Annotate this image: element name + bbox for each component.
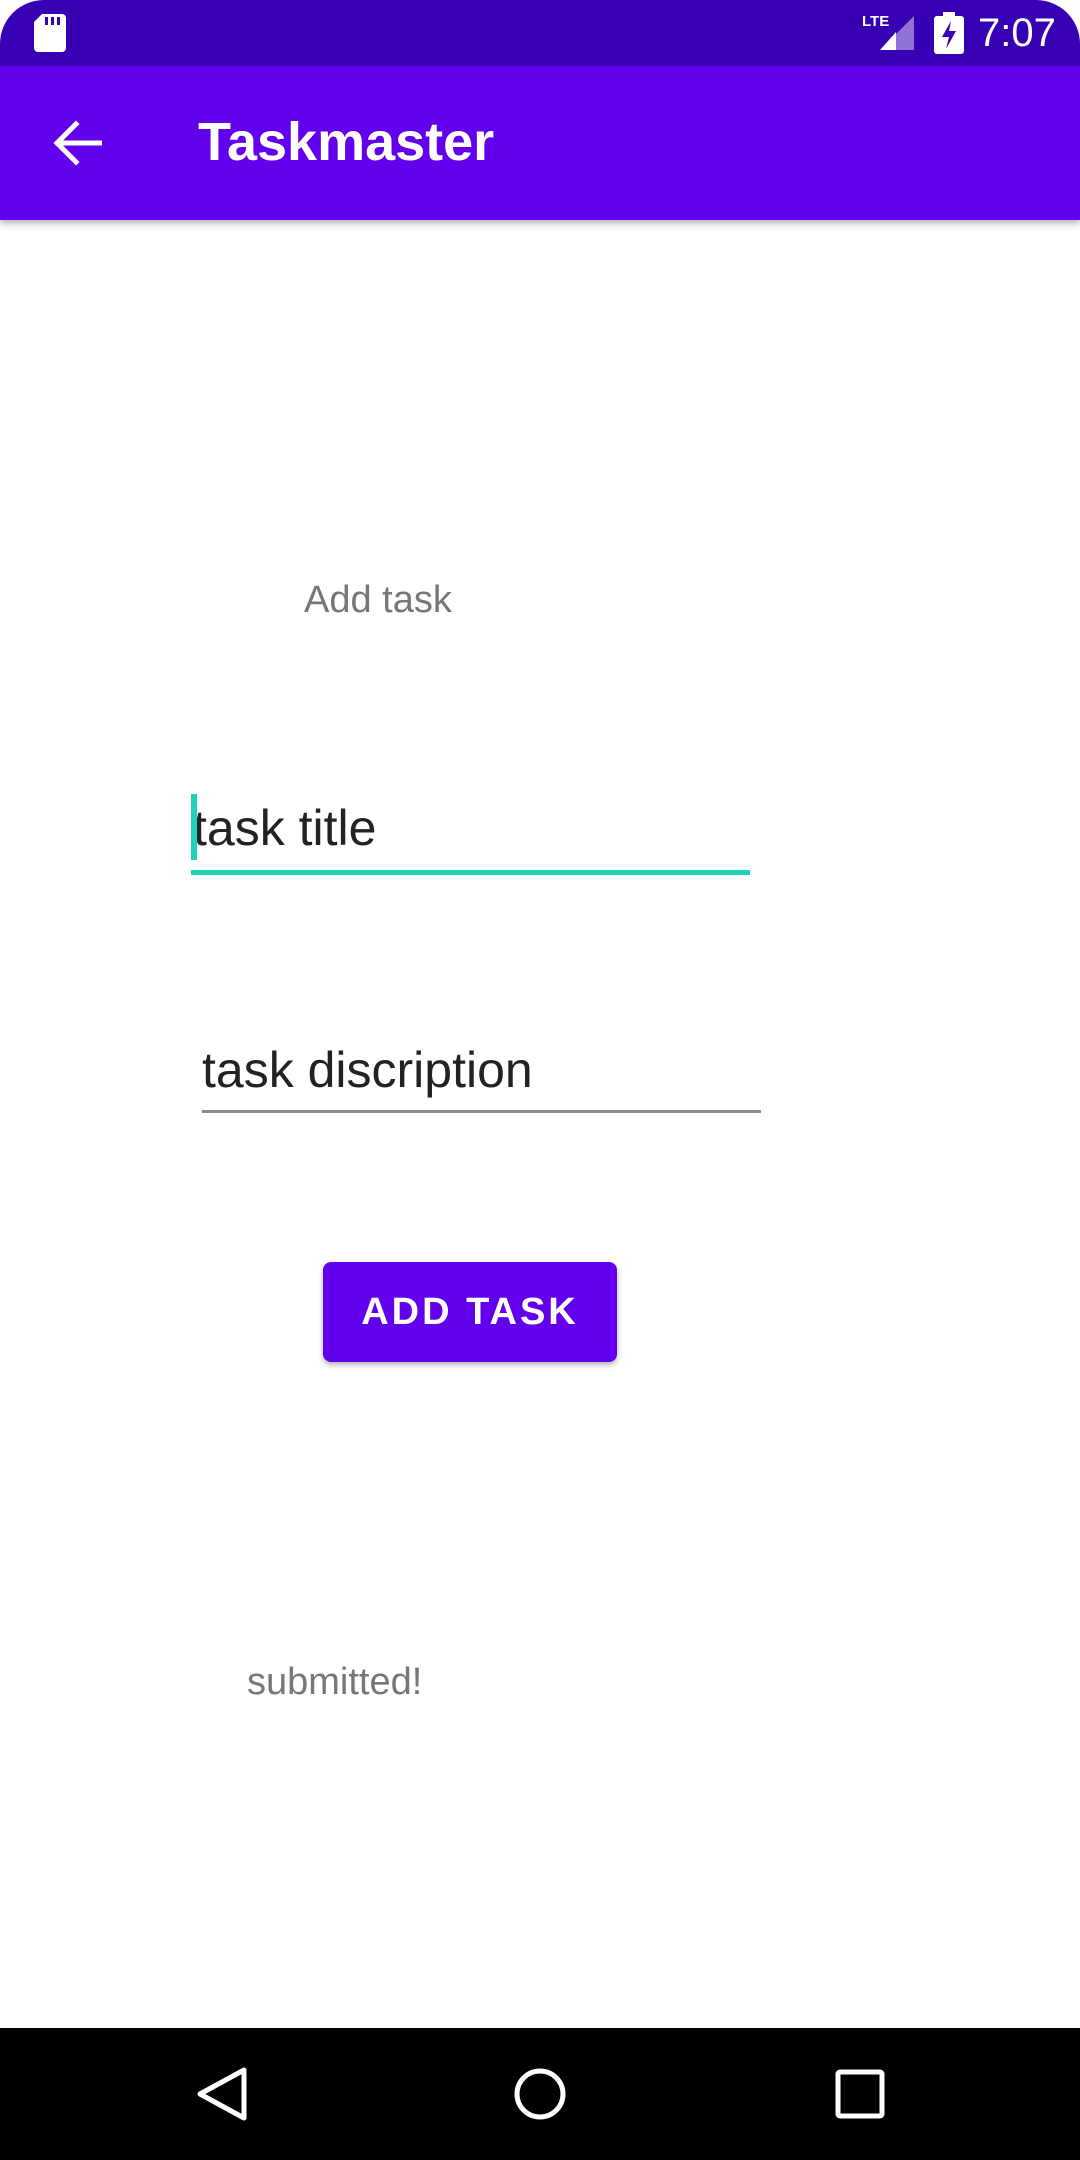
lte-signal-icon: LTE [862,13,914,50]
status-clock: 7:07 [978,11,1056,55]
nav-back-icon [197,2067,247,2121]
add-task-heading: Add task [304,579,452,621]
battery-charging-icon [934,12,964,54]
task-description-input[interactable] [202,1034,761,1106]
screen: LTE 7:07 Taskmaster Add task ADD TASK [0,0,1080,2160]
navigation-bar [0,2028,1080,2160]
nav-back-button[interactable] [186,2058,258,2130]
text-cursor [191,794,197,860]
nav-recents-icon [835,2069,885,2119]
status-bar: LTE 7:07 [0,0,1080,66]
add-task-button[interactable]: ADD TASK [323,1262,617,1362]
task-description-underline [202,1110,761,1113]
task-title-input[interactable] [193,792,748,864]
network-label: LTE [862,13,889,30]
app-bar: Taskmaster [0,66,1080,220]
back-button[interactable] [38,110,116,176]
sd-card-icon [34,14,66,52]
nav-home-button[interactable] [504,2058,576,2130]
submitted-message: submitted! [247,1661,423,1703]
nav-home-icon [514,2068,566,2120]
task-description-field[interactable] [202,1034,761,1114]
arrow-back-icon [53,120,102,166]
nav-recents-button[interactable] [824,2058,896,2130]
task-title-underline [191,870,750,875]
task-title-field[interactable] [191,790,750,876]
app-title: Taskmaster [198,112,495,172]
